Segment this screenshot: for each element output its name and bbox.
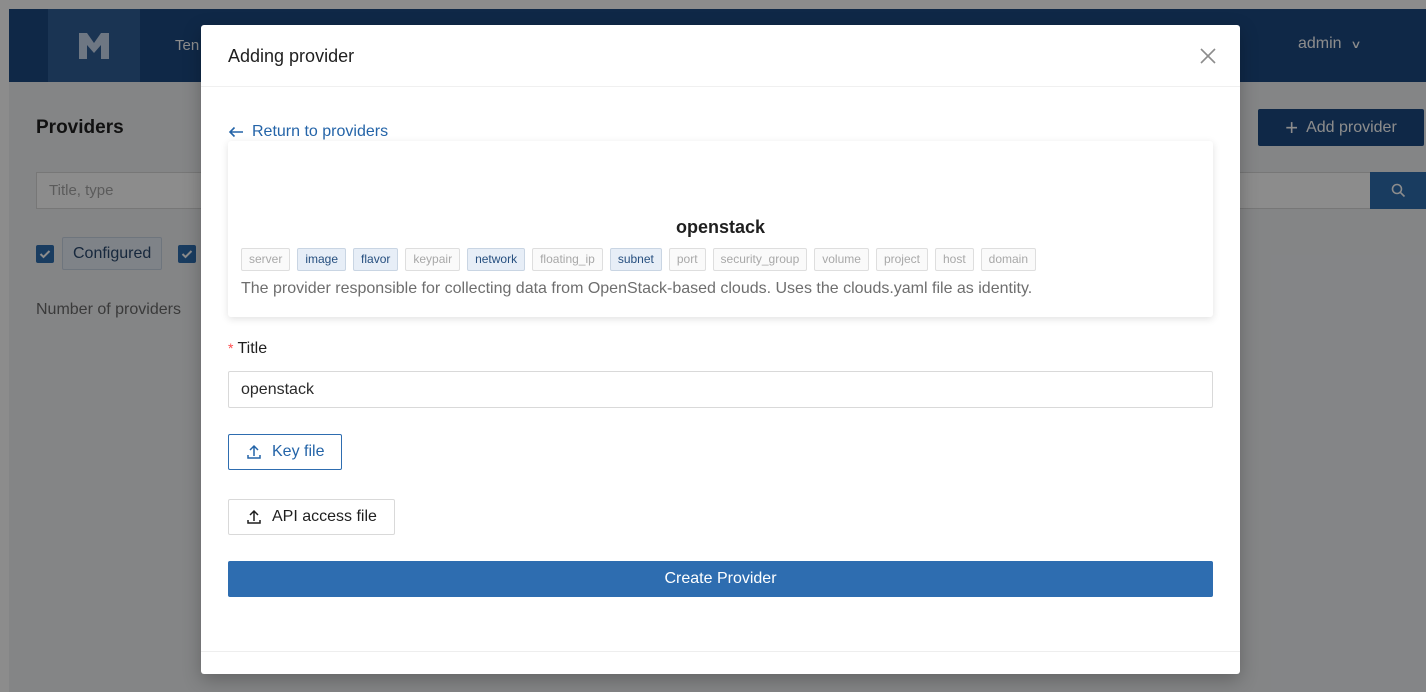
adding-provider-modal: Adding provider Return to providers open… [201, 25, 1240, 674]
capability-tag: flavor [353, 248, 399, 271]
capability-tags: server image flavor keypair network floa… [241, 248, 1037, 271]
modal-footer-divider [201, 651, 1240, 652]
capability-tag: security_group [712, 248, 808, 271]
required-mark: * [228, 340, 234, 356]
capability-tag: image [297, 248, 347, 271]
api-access-file-button[interactable]: API access file [228, 499, 395, 535]
create-provider-button[interactable]: Create Provider [228, 561, 1213, 597]
capability-tag: server [241, 248, 291, 271]
capability-tag: host [934, 248, 974, 271]
api-access-file-label: API access file [272, 508, 377, 525]
provider-description: The provider responsible for collecting … [241, 280, 1033, 297]
capability-tag: keypair [405, 248, 461, 271]
close-icon[interactable] [1199, 47, 1217, 65]
modal-header: Adding provider [201, 25, 1240, 87]
title-label-text: Title [237, 340, 268, 357]
capability-tag: floating_ip [532, 248, 603, 271]
title-input[interactable] [228, 371, 1213, 408]
key-file-button[interactable]: Key file [228, 434, 343, 470]
capability-tag: domain [980, 248, 1037, 271]
provider-name: openstack [675, 217, 766, 237]
capability-tag: subnet [609, 248, 662, 271]
capability-tag: project [875, 248, 928, 271]
capability-tag: network [467, 248, 526, 271]
arrow-left-icon [228, 126, 243, 138]
title-field-label: * Title [228, 340, 267, 358]
provider-card[interactable]: openstack server image flavor keypair ne… [228, 141, 1213, 317]
key-file-label: Key file [272, 443, 325, 460]
modal-title: Adding provider [228, 46, 355, 66]
upload-icon [247, 509, 261, 524]
capability-tag: port [668, 248, 706, 271]
upload-icon [247, 444, 261, 459]
return-to-providers-link[interactable]: Return to providers [228, 123, 388, 141]
capability-tag: volume [814, 248, 869, 271]
return-link-label: Return to providers [252, 123, 389, 140]
